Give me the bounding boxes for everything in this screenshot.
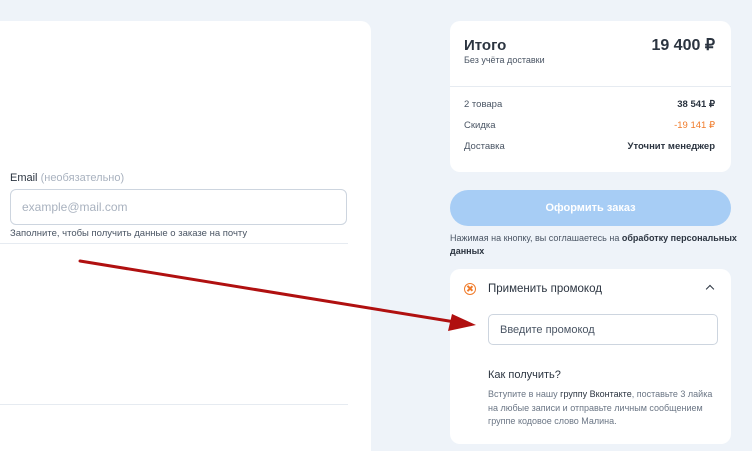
email-label: Email (необязательно) [10, 172, 124, 184]
how-text-start: Вступите в нашу [488, 389, 558, 399]
form-divider [0, 243, 348, 244]
place-order-button[interactable]: Оформить заказ [450, 190, 731, 226]
total-value: 19 400 ₽ [651, 37, 715, 54]
promo-code-card: Применить промокод Как получить? Вступит… [450, 269, 731, 444]
how-to-get-text: Вступите в нашу группу Вконтакте, постав… [488, 388, 720, 429]
email-optional-note: (необязательно) [40, 172, 125, 184]
order-summary-card: Итого 19 400 ₽ Без учёта доставки 2 това… [450, 21, 731, 172]
summary-row-label: Доставка [464, 141, 505, 152]
email-label-text: Email [10, 172, 38, 184]
summary-row-items: 2 товара 38 541 ₽ [464, 99, 715, 113]
total-subtitle: Без учёта доставки [464, 55, 545, 65]
vk-group-link[interactable]: группу Вконтакте [560, 389, 632, 399]
summary-row-delivery: Доставка Уточнит менеджер [464, 141, 715, 155]
summary-divider [450, 86, 731, 87]
contact-form-card: Email (необязательно) Заполните, чтобы п… [0, 21, 371, 451]
promo-code-input[interactable] [488, 314, 718, 345]
email-hint: Заполните, чтобы получить данные о заказ… [10, 228, 248, 239]
consent-text: Нажимая на кнопку, вы соглашаетесь на [450, 233, 620, 243]
summary-row-value: Уточнит менеджер [627, 141, 715, 152]
close-circle-icon [464, 283, 476, 295]
chevron-up-icon[interactable] [705, 284, 715, 294]
promo-title[interactable]: Применить промокод [488, 283, 602, 295]
summary-row-value: 38 541 ₽ [677, 99, 715, 110]
summary-row-discount: Скидка -19 141 ₽ [464, 120, 715, 134]
summary-row-label: 2 товара [464, 99, 503, 110]
form-divider-bottom [0, 404, 348, 405]
summary-row-label: Скидка [464, 120, 496, 131]
summary-row-value: -19 141 ₽ [674, 120, 715, 131]
how-to-get-title: Как получить? [488, 369, 561, 381]
email-field[interactable] [10, 189, 347, 225]
consent-note: Нажимая на кнопку, вы соглашаетесь на об… [450, 232, 740, 258]
total-label: Итого [464, 37, 507, 54]
